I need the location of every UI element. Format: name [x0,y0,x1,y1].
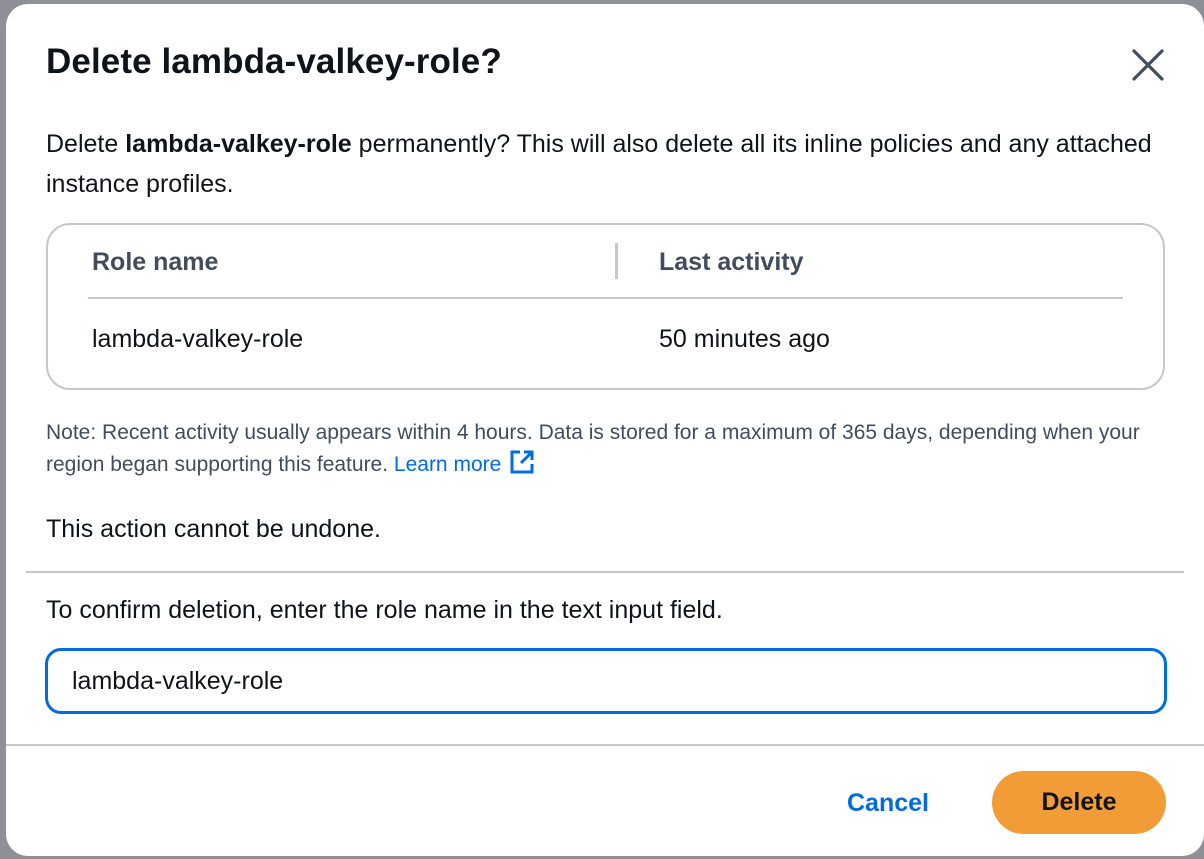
description-prefix: Delete [46,130,126,158]
column-header-last-activity: Last activity [659,248,804,276]
cell-role-name: lambda-valkey-role [92,325,304,353]
learn-more-label: Learn more [393,453,502,476]
note-text: Note: Recent activity usually appears wi… [46,421,1140,476]
dialog-description: Delete lambda-valkey-role permanently? T… [46,124,1166,204]
section-divider [26,571,1184,573]
close-button[interactable] [1123,40,1173,90]
learn-more-link[interactable]: Learn more [393,450,535,476]
role-table: Role name Last activity lambda-valkey-ro… [46,223,1165,390]
close-icon [1132,49,1164,81]
confirm-role-name-input[interactable] [45,648,1167,714]
dialog-header: Delete lambda-valkey-role? [46,40,1174,100]
confirm-instruction: To confirm deletion, enter the role name… [46,596,723,624]
column-divider[interactable] [615,243,618,279]
footer-divider [6,744,1204,746]
cancel-button[interactable]: Cancel [828,772,948,834]
dialog-title: Delete lambda-valkey-role? [46,42,502,81]
description-role-name: lambda-valkey-role [125,130,352,158]
column-header-role-name: Role name [92,248,219,276]
header-row-separator [88,297,1123,299]
activity-note: Note: Recent activity usually appears wi… [46,417,1166,481]
external-link-icon [510,450,534,474]
cell-last-activity: 50 minutes ago [659,325,830,353]
delete-role-dialog: Delete lambda-valkey-role? Delete lambda… [6,4,1204,856]
irreversible-warning: This action cannot be undone. [46,515,381,543]
delete-button[interactable]: Delete [992,771,1166,834]
